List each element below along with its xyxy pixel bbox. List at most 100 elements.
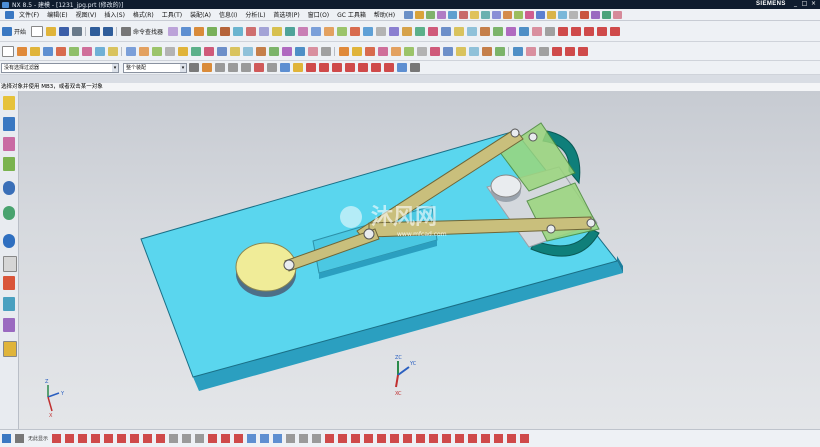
fit-curve-icon[interactable]	[390, 434, 400, 443]
render-toolbar-icon[interactable]	[415, 10, 425, 19]
slot-icon[interactable]	[94, 46, 105, 56]
curve-toolbar-icon[interactable]	[470, 10, 480, 19]
sphere-icon[interactable]	[42, 46, 53, 56]
view-toolbar-icon[interactable]	[404, 10, 414, 19]
trim-corner-icon[interactable]	[403, 434, 413, 443]
sew-icon[interactable]	[351, 46, 362, 56]
i-form-icon[interactable]	[525, 46, 536, 56]
zoom-icon[interactable]	[388, 26, 399, 36]
offset-face-icon[interactable]	[362, 26, 373, 36]
arc-icon[interactable]	[570, 26, 581, 36]
measure-toolbar-icon[interactable]	[503, 10, 513, 19]
midpoint-icon[interactable]	[318, 63, 329, 72]
system-scene-icon[interactable]	[3, 341, 17, 357]
offset-curve-icon[interactable]	[169, 434, 179, 443]
web-browser-icon[interactable]	[3, 206, 15, 220]
rapid-dimension-icon[interactable]	[247, 434, 257, 443]
joint-pin[interactable]	[586, 218, 596, 228]
save-icon[interactable]	[58, 26, 69, 36]
maximize-button[interactable]: □	[801, 1, 808, 7]
feature-toolbar-icon[interactable]	[514, 10, 524, 19]
polygon-icon[interactable]	[551, 46, 562, 56]
fillet-icon[interactable]	[104, 434, 114, 443]
extract-geometry-icon[interactable]	[338, 46, 349, 56]
joint-pin[interactable]	[283, 259, 295, 271]
studio-spline-icon[interactable]	[143, 434, 153, 443]
divide-face-icon[interactable]	[390, 46, 401, 56]
menu-insert[interactable]: 插入(S)	[100, 10, 129, 19]
concentric-icon[interactable]	[481, 434, 491, 443]
auto-constrain-icon[interactable]	[273, 434, 283, 443]
ellipse-icon[interactable]	[364, 434, 374, 443]
boss-icon[interactable]	[55, 46, 66, 56]
manufacturing-wizard-icon[interactable]	[3, 297, 15, 311]
line-icon[interactable]	[65, 434, 75, 443]
wcs-icon[interactable]	[466, 26, 477, 36]
hole-icon[interactable]	[219, 26, 230, 36]
existing-point-icon[interactable]	[383, 63, 394, 72]
scale-curve-icon[interactable]	[455, 434, 465, 443]
edit-curve-toolbar-icon[interactable]	[613, 10, 623, 19]
make-perpendicular-icon[interactable]	[281, 46, 292, 56]
intersection-curve-icon[interactable]	[325, 434, 335, 443]
start-icon[interactable]	[1, 26, 12, 36]
emboss-icon[interactable]	[138, 46, 149, 56]
trim-toolbar-icon[interactable]	[525, 10, 535, 19]
datum-plane-icon[interactable]	[180, 26, 191, 36]
select-component-icon[interactable]	[266, 63, 277, 72]
constraint-navigator-icon[interactable]	[3, 117, 15, 131]
circle-icon[interactable]	[583, 26, 594, 36]
intersect-icon[interactable]	[258, 26, 269, 36]
coincident-icon[interactable]	[494, 434, 504, 443]
thicken-icon[interactable]	[416, 46, 427, 56]
spline-toolbar-icon[interactable]	[602, 10, 612, 19]
mirror-feature-icon[interactable]	[323, 26, 334, 36]
open-folder-icon[interactable]	[45, 26, 56, 36]
cylinder-icon[interactable]	[16, 46, 27, 56]
edge-blend-icon[interactable]	[271, 26, 282, 36]
show-all-icon[interactable]	[544, 26, 555, 36]
menu-analysis[interactable]: 分析(L)	[241, 10, 269, 19]
hide-icon[interactable]	[531, 26, 542, 36]
spline-icon[interactable]	[596, 26, 607, 36]
quadrant-point-icon[interactable]	[370, 63, 381, 72]
menu-assemblies[interactable]: 装配(A)	[186, 10, 215, 19]
point-on-face-icon[interactable]	[409, 63, 420, 72]
menu-view[interactable]: 视图(V)	[72, 10, 101, 19]
print-icon[interactable]	[71, 26, 82, 36]
draft-icon[interactable]	[349, 26, 360, 36]
convert-reference-icon[interactable]	[299, 434, 309, 443]
make-tangent-icon[interactable]	[242, 46, 253, 56]
pattern-feature-icon[interactable]	[310, 26, 321, 36]
through-curve-mesh-icon[interactable]	[455, 46, 466, 56]
extrude-icon[interactable]	[193, 26, 204, 36]
polygon-icon[interactable]	[130, 434, 140, 443]
section-view-icon[interactable]	[505, 26, 516, 36]
make-symmetric-icon[interactable]	[255, 46, 266, 56]
close-button[interactable]: ×	[810, 1, 817, 7]
menu-information[interactable]: 信息(I)	[215, 10, 241, 19]
hd3d-tools-icon[interactable]	[3, 181, 15, 195]
menu-edit[interactable]: 编辑(E)	[43, 10, 71, 19]
patch-icon[interactable]	[364, 46, 375, 56]
sketch-task-icon[interactable]	[2, 434, 11, 443]
redo-icon[interactable]	[102, 26, 113, 36]
pattern-curve-icon[interactable]	[182, 434, 192, 443]
menu-window[interactable]: 窗口(O)	[304, 10, 333, 19]
rectangle-icon[interactable]	[117, 434, 127, 443]
pattern-toolbar-icon[interactable]	[558, 10, 568, 19]
arc-icon[interactable]	[78, 434, 88, 443]
layer-settings-icon[interactable]	[453, 26, 464, 36]
endpoint-icon[interactable]	[305, 63, 316, 72]
intersection-point-icon[interactable]	[344, 63, 355, 72]
rotate-view-icon[interactable]	[401, 26, 412, 36]
derived-line-icon[interactable]	[351, 434, 361, 443]
finish-sketch-icon[interactable]	[15, 434, 24, 443]
snap-point-icon[interactable]	[201, 63, 212, 72]
move-face-icon[interactable]	[177, 46, 188, 56]
sketch-toolbar-icon[interactable]	[459, 10, 469, 19]
measure-distance-icon[interactable]	[479, 26, 490, 36]
enlarge-icon[interactable]	[538, 46, 549, 56]
box-icon[interactable]	[1, 45, 14, 57]
cone-icon[interactable]	[29, 46, 40, 56]
